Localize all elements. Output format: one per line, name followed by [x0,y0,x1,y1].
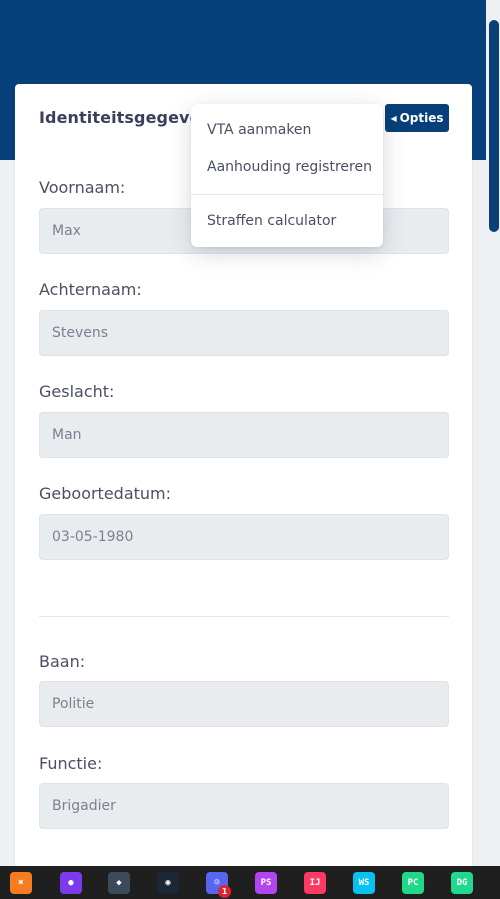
options-button[interactable]: ◀ Opties [385,104,449,132]
webstorm-icon[interactable]: WS [353,872,375,894]
caret-left-icon: ◀ [390,113,397,123]
achternaam-field[interactable]: Stevens [39,310,449,356]
menu-item-vta-aanmaken[interactable]: VTA aanmaken [207,122,311,138]
phpstorm-icon[interactable]: PS [255,872,277,894]
menu-separator [191,194,383,195]
options-label: Opties [399,111,444,125]
baan-label: Baan: [39,652,86,671]
scrollbar-thumb[interactable] [489,20,499,232]
geslacht-label: Geslacht: [39,382,115,401]
functie-field[interactable]: Brigadier [39,783,449,829]
scrollbar[interactable] [486,0,500,866]
pycharm-icon[interactable]: PC [402,872,424,894]
github-icon[interactable]: ● [60,872,82,894]
functie-label: Functie: [39,754,103,773]
taskbar: ✖ ● ◆ ◉ ☺ 1 PS IJ WS PC DG [0,866,500,899]
intellij-icon[interactable]: IJ [304,872,326,894]
notification-badge: 1 [218,885,231,898]
section-divider [39,616,449,617]
discord-icon[interactable]: ☺ 1 [206,872,231,898]
xampp-icon[interactable]: ✖ [10,872,32,894]
git-icon[interactable]: ◆ [108,872,130,894]
menu-item-aanhouding-registreren[interactable]: Aanhouding registreren [207,159,372,175]
options-dropdown-menu: VTA aanmaken Aanhouding registreren Stra… [191,104,383,247]
voornaam-label: Voornaam: [39,178,126,197]
geslacht-field[interactable]: Man [39,412,449,458]
baan-field[interactable]: Politie [39,681,449,727]
geboortedatum-field[interactable]: 03-05-1980 [39,514,449,560]
datagrip-icon[interactable]: DG [451,872,473,894]
menu-item-straffen-calculator[interactable]: Straffen calculator [207,213,336,229]
achternaam-label: Achternaam: [39,280,142,299]
steam-icon[interactable]: ◉ [157,872,179,894]
geboortedatum-label: Geboortedatum: [39,484,172,503]
